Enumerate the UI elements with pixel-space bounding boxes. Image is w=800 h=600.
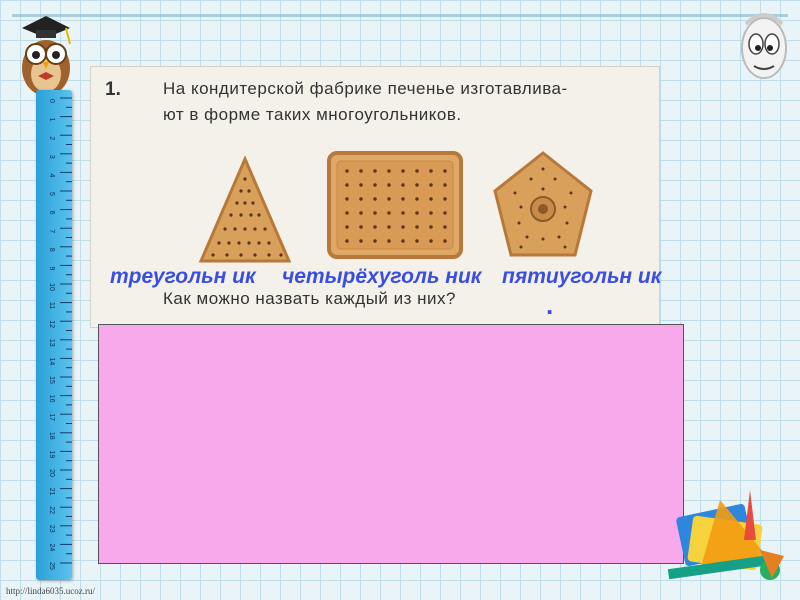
cookie-dot bbox=[401, 197, 405, 201]
cookie-dot bbox=[443, 239, 447, 243]
cookie-dot bbox=[387, 183, 391, 187]
ruler-number: 0 bbox=[48, 99, 55, 103]
cookie-dot bbox=[429, 239, 433, 243]
ruler-number: 7 bbox=[48, 229, 55, 233]
ruler-number: 1 bbox=[48, 118, 55, 122]
ruler-number: 22 bbox=[48, 506, 55, 514]
cookie-dot bbox=[443, 169, 447, 173]
ruler-number: 17 bbox=[48, 413, 55, 421]
cookie-dot bbox=[415, 239, 419, 243]
answer-period: . bbox=[546, 290, 554, 320]
ruler: 0 1 2 3 4 5 6 7 8 9 10 11 12 13 14 15 16 17 18 19 20 21 22 23 24… bbox=[36, 90, 72, 580]
ruler-number: 18 bbox=[48, 432, 55, 440]
cookie-dot bbox=[359, 211, 363, 215]
cookie-dot bbox=[415, 225, 419, 229]
cookie-dot bbox=[401, 169, 405, 173]
ruler-number: 8 bbox=[48, 248, 55, 252]
ruler-ticks: 0123456789101112131415161718192021222324… bbox=[48, 97, 72, 570]
cookie-dot bbox=[443, 211, 447, 215]
cookie-dot bbox=[387, 197, 391, 201]
cookie-dot bbox=[429, 183, 433, 187]
cookie-dot bbox=[359, 197, 363, 201]
ruler-number: 24 bbox=[48, 544, 55, 552]
cookie-dot bbox=[345, 197, 349, 201]
cookie-dot bbox=[373, 183, 377, 187]
cookie-dot bbox=[373, 239, 377, 243]
ruler-number: 9 bbox=[48, 266, 55, 270]
cookie-dot bbox=[387, 239, 391, 243]
cookie-dot bbox=[415, 183, 419, 187]
ruler-number: 19 bbox=[48, 451, 55, 459]
cookie-dot bbox=[359, 169, 363, 173]
cookie-dot bbox=[429, 169, 433, 173]
cookie-dot bbox=[373, 211, 377, 215]
cookie-dot bbox=[387, 169, 391, 173]
cookie-dot bbox=[359, 225, 363, 229]
cookie-dot bbox=[443, 183, 447, 187]
ruler-number: 14 bbox=[48, 358, 55, 366]
ruler-number: 10 bbox=[48, 283, 55, 291]
owl-mascot-icon bbox=[22, 16, 71, 96]
cookie-dot bbox=[345, 183, 349, 187]
cookie-dot bbox=[359, 183, 363, 187]
ruler-number: 15 bbox=[48, 376, 55, 384]
cookie-dot bbox=[373, 169, 377, 173]
ruler-number: 5 bbox=[48, 192, 55, 196]
ruler-number: 13 bbox=[48, 339, 55, 347]
answer-box[interactable] bbox=[98, 324, 684, 564]
ruler-number: 4 bbox=[48, 173, 55, 177]
cookie-dot bbox=[401, 211, 405, 215]
triangle-cookie bbox=[198, 155, 292, 263]
cookie-dot bbox=[415, 169, 419, 173]
task-text-line-1: На кондитерской фабрике печенье изготавл… bbox=[163, 79, 568, 98]
cookie-dot bbox=[401, 239, 405, 243]
ruler-number: 3 bbox=[48, 155, 55, 159]
cookie-dot bbox=[387, 211, 391, 215]
task-text-line-2: ют в форме таких многоугольников. bbox=[163, 105, 462, 124]
answer-quadrilateral: четырёхуголь ник bbox=[282, 265, 482, 288]
answer-triangle: треугольн ик bbox=[110, 265, 256, 288]
cookie-dot bbox=[443, 197, 447, 201]
cookie-dot bbox=[401, 183, 405, 187]
ruler-number: 11 bbox=[48, 302, 55, 309]
cookie-dot bbox=[429, 225, 433, 229]
cookie-dot bbox=[415, 211, 419, 215]
cookie-dot bbox=[429, 211, 433, 215]
cookie-dot bbox=[401, 225, 405, 229]
answer-pentagon: пятиугольн ик bbox=[502, 265, 662, 288]
school-supplies-icon bbox=[667, 490, 784, 580]
cookie-dot bbox=[415, 197, 419, 201]
task-question: Как можно назвать каждый из них? bbox=[163, 289, 456, 308]
ruler-number: 12 bbox=[48, 320, 55, 328]
cookie-dot bbox=[373, 225, 377, 229]
top-frame-line bbox=[12, 14, 788, 17]
task-number: 1. bbox=[105, 79, 121, 100]
ruler-number: 25 bbox=[48, 562, 55, 570]
source-credit: http://linda6035.ucoz.ru/ bbox=[6, 586, 95, 596]
cookie-dot bbox=[345, 225, 349, 229]
cookie-dot bbox=[443, 225, 447, 229]
rectangle-cookie bbox=[327, 151, 463, 259]
cookie-dot bbox=[345, 211, 349, 215]
ruler-number: 21 bbox=[48, 488, 55, 496]
ruler-number: 16 bbox=[48, 395, 55, 403]
cookie-dot bbox=[387, 225, 391, 229]
cookie-dot bbox=[345, 239, 349, 243]
ruler-number: 6 bbox=[48, 211, 55, 215]
cookie-dot bbox=[359, 239, 363, 243]
ruler-number: 23 bbox=[48, 525, 55, 533]
cookie-dot bbox=[429, 197, 433, 201]
ruler-number: 20 bbox=[48, 469, 55, 477]
smiley-face-icon bbox=[741, 13, 787, 79]
ruler-number: 2 bbox=[48, 136, 55, 140]
cookie-dot bbox=[345, 169, 349, 173]
pentagon-cookie bbox=[493, 151, 593, 257]
cookie-dot bbox=[373, 197, 377, 201]
